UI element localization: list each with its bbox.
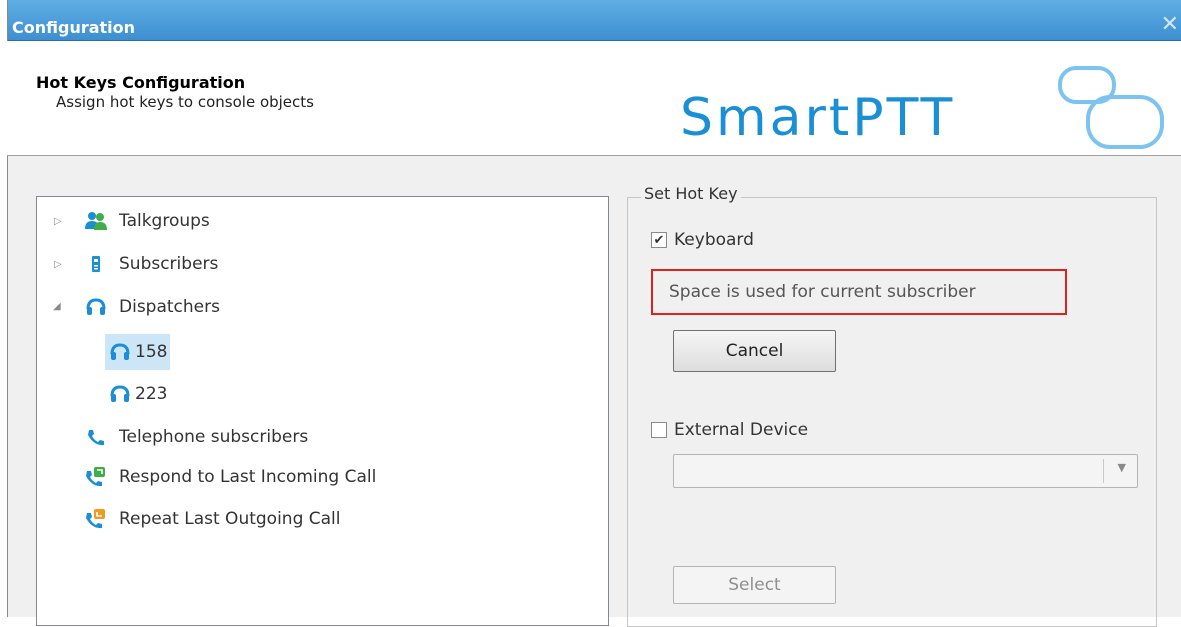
external-device-select[interactable]: ▼ xyxy=(673,454,1138,488)
close-icon[interactable]: ✕ xyxy=(1161,14,1179,36)
hotkey-conflict-message: Space is used for current subscriber xyxy=(651,269,1067,315)
window-title: Configuration xyxy=(12,18,136,37)
keyboard-checkbox-row[interactable]: ✔ Keyboard xyxy=(651,230,754,250)
radio-icon xyxy=(92,256,100,272)
header-panel: Hot Keys Configuration Assign hot keys t… xyxy=(7,41,1181,156)
expand-arrow-icon[interactable]: ▷ xyxy=(54,216,62,227)
tree-item-label: Telephone subscribers xyxy=(119,427,309,447)
tree-item-label: Talkgroups xyxy=(119,211,210,231)
console-objects-tree[interactable]: ▷ Talkgroups ▷ Subscribers ◢ Dispatchers xyxy=(36,196,609,626)
tree-item-label: 158 xyxy=(135,342,168,362)
talkgroups-icon xyxy=(85,212,107,230)
tree-item-label: Respond to Last Incoming Call xyxy=(119,467,377,487)
tree-item-repeat-last-outgoing[interactable]: Repeat Last Outgoing Call xyxy=(85,504,341,534)
expand-arrow-icon[interactable]: ▷ xyxy=(54,259,62,270)
set-hot-key-legend: Set Hot Key xyxy=(641,184,741,203)
headset-icon xyxy=(86,298,106,315)
keyboard-label: Keyboard xyxy=(674,230,754,250)
outgoing-call-icon xyxy=(86,509,105,529)
title-bar: Configuration ✕ xyxy=(8,0,1181,41)
collapse-arrow-icon[interactable]: ◢ xyxy=(53,301,61,312)
external-device-checkbox-row[interactable]: External Device xyxy=(651,420,808,440)
tree-item-label: Repeat Last Outgoing Call xyxy=(119,509,341,529)
tree-item-telephone-subscribers[interactable]: Telephone subscribers xyxy=(85,422,308,452)
incoming-call-icon xyxy=(86,467,105,487)
headset-icon xyxy=(110,385,130,402)
headset-icon xyxy=(110,343,130,360)
page-subtitle: Assign hot keys to console objects xyxy=(56,93,314,111)
combo-divider xyxy=(1103,459,1104,483)
tree-item-label: 223 xyxy=(135,384,168,404)
tree-item-label: Dispatchers xyxy=(119,297,220,317)
phone-icon xyxy=(88,430,104,446)
set-hot-key-group xyxy=(627,197,1157,627)
tree-item-dispatcher-223[interactable]: 223 xyxy=(109,379,167,409)
smartptt-logo: SmartPTT xyxy=(680,66,1164,149)
tree-item-talkgroups[interactable]: Talkgroups xyxy=(85,206,210,236)
select-button[interactable]: Select xyxy=(673,566,836,604)
tree-item-dispatcher-158[interactable]: 158 xyxy=(105,334,171,370)
page-title: Hot Keys Configuration xyxy=(36,73,246,92)
external-device-checkbox[interactable] xyxy=(651,422,667,438)
keyboard-checkbox[interactable]: ✔ xyxy=(651,232,667,248)
cancel-button[interactable]: Cancel xyxy=(673,330,836,372)
tree-item-dispatchers[interactable]: Dispatchers xyxy=(85,292,220,322)
chevron-down-icon[interactable]: ▼ xyxy=(1118,461,1126,474)
tree-item-respond-last-incoming[interactable]: Respond to Last Incoming Call xyxy=(85,462,376,492)
logo-text: SmartPTT xyxy=(680,88,955,148)
external-device-label: External Device xyxy=(674,420,809,440)
tree-item-label: Subscribers xyxy=(119,254,219,274)
tree-item-subscribers[interactable]: Subscribers xyxy=(85,249,218,279)
